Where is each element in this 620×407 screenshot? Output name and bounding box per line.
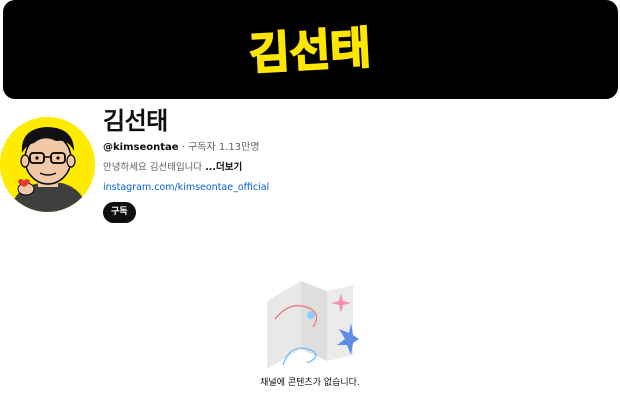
- avatar-illustration: [0, 117, 95, 212]
- empty-content-illustration: [267, 281, 359, 369]
- empty-state-message: 채널에 콘텐츠가 없습니다.: [260, 378, 360, 388]
- channel-meta: @kimseontae · 구독자 1.13만명: [103, 141, 610, 155]
- subscribe-button[interactable]: 구독: [103, 202, 136, 223]
- channel-banner: 김선태: [3, 0, 618, 99]
- more-link[interactable]: ...더보기: [205, 162, 242, 173]
- banner-logo: 김선태: [247, 22, 373, 81]
- channel-info: 김선태 @kimseontae · 구독자 1.13만명 안녕하세요 김선태입니…: [103, 106, 610, 223]
- channel-description: 안녕하세요 김선태입니다 ...더보기: [103, 161, 610, 175]
- channel-external-link[interactable]: instagram.com/kimseontae_official: [103, 181, 610, 195]
- channel-name: 김선태: [103, 107, 168, 135]
- channel-avatar[interactable]: [0, 117, 95, 212]
- description-text: 안녕하세요 김선태입니다: [103, 162, 203, 173]
- meta-separator: ·: [181, 142, 185, 153]
- banner-title: 김선태: [248, 23, 372, 80]
- channel-handle: @kimseontae: [103, 142, 179, 153]
- subscriber-count: 구독자 1.13만명: [188, 142, 260, 153]
